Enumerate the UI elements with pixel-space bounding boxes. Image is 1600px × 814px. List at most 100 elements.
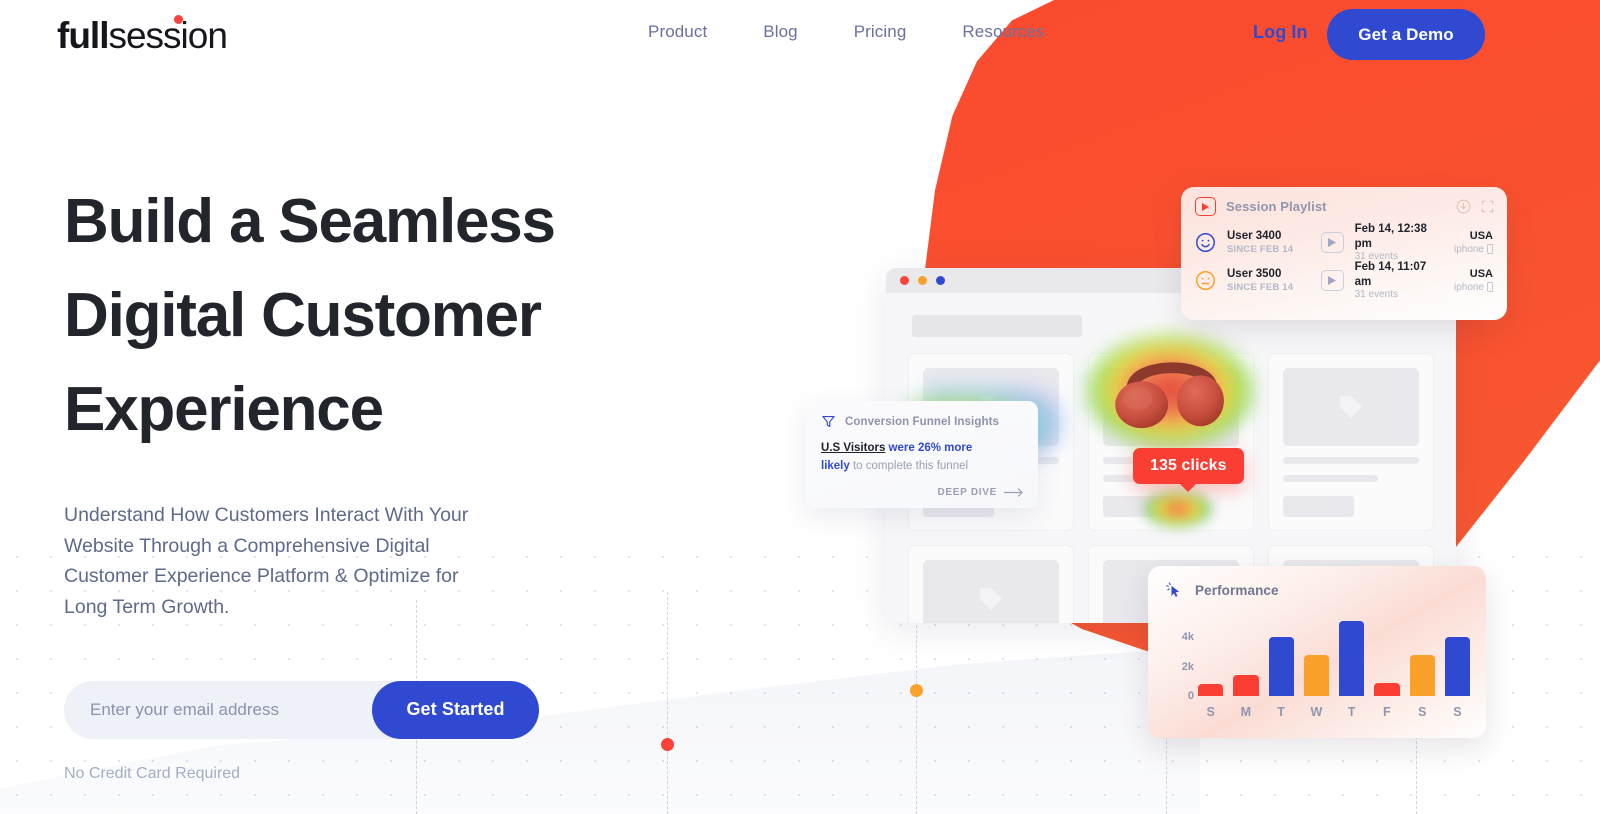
deep-dive-label: DEEP DIVE [937,487,997,498]
session-device: iphone [1454,244,1493,255]
chart-bar [1444,637,1470,696]
session-playlist-title: Session Playlist [1226,199,1327,214]
dashboard-header-placeholder [912,315,1082,337]
tag-icon [979,587,1003,611]
clicks-count-badge: 135 clicks [1133,448,1244,484]
get-a-demo-button[interactable]: Get a Demo [1327,9,1485,60]
headline-line-2: Digital Customer [64,281,542,351]
logo-red-dot-icon [174,15,183,24]
session-geo-info: USA iphone [1454,267,1493,293]
site-header: fullsession Product Blog Pricing Resourc… [0,0,1600,70]
chart-x-tick-label: T [1277,705,1285,719]
chart-y-axis: 4k 2k 0 [1164,614,1194,702]
funnel-card-title: Conversion Funnel Insights [845,415,1000,428]
chart-x-tick-label: T [1347,705,1356,719]
product-thumbnail [1283,368,1419,446]
deep-dive-link[interactable]: DEEP DIVE [938,487,1024,498]
funnel-blue-text-2: likely [821,459,850,472]
email-input[interactable] [90,680,390,739]
chart-bar [1339,621,1365,696]
funnel-filter-icon [822,415,835,428]
session-device-label: iphone [1453,281,1484,293]
happy-face-avatar-icon [1196,232,1215,252]
funnel-gray-text: to complete this funnel [849,459,969,472]
placeholder-line [1283,475,1379,482]
chart-x-tick-label: M [1240,705,1252,719]
no-credit-card-note: No Credit Card Required [64,764,241,782]
nav-item-product[interactable]: Product [648,22,707,42]
session-time-info: Feb 14, 12:38 pm 31 events [1355,222,1443,262]
session-playlist-card: Session Playlist User 3400 SINCE FEB 14 [1181,187,1507,320]
login-link[interactable]: Log In [1253,22,1308,43]
chart-x-tick-label: W [1310,705,1323,719]
traffic-light-blue-icon [936,276,945,285]
nav-item-pricing[interactable]: Pricing [854,22,907,42]
conversion-funnel-insights-card: Conversion Funnel Insights U.S Visitors … [806,401,1038,508]
session-user-since: SINCE FEB 14 [1227,281,1294,293]
traffic-light-yellow-icon [918,276,927,285]
session-user-info: User 3400 SINCE FEB 14 [1227,229,1310,254]
nav-item-resources[interactable]: Resources [962,22,1044,42]
session-playlist-actions [1456,199,1494,214]
session-country: USA [1469,230,1493,243]
tag-icon [1339,395,1363,419]
nav-item-blog[interactable]: Blog [763,22,797,42]
cursor-click-icon [1166,582,1179,597]
hero-content: Build a Seamless Digital Customer Experi… [64,175,704,783]
playlist-play-icon [1195,197,1216,216]
chart-bar [1303,655,1329,696]
play-triangle-icon [1328,275,1337,285]
performance-chart-title: Performance [1195,582,1279,598]
logo-text-full: full [57,15,109,56]
chart-x-tick-label: S [1453,705,1462,719]
session-row[interactable]: User 3500 SINCE FEB 14 Feb 14, 11:07 am … [1181,261,1507,300]
placeholder-line [1283,457,1419,464]
session-user-name: User 3500 [1227,268,1282,281]
funnel-card-body: U.S Visitors were 26% more likely to com… [821,440,1023,476]
main-navigation: Product Blog Pricing Resources [648,22,1045,42]
expand-icon[interactable] [1481,200,1494,213]
brand-logo[interactable]: fullsession [57,15,228,56]
session-device-label: iphone [1453,243,1484,255]
phone-icon [1487,282,1493,293]
phone-icon [1487,244,1493,255]
placeholder-block [1283,496,1354,517]
session-timestamp: Feb 14, 12:38 pm [1354,223,1427,250]
chart-y-tick-label: 2k [1181,661,1194,673]
placeholder-block [1103,496,1174,517]
session-play-button[interactable] [1320,231,1344,253]
arrow-right-icon [1004,488,1023,497]
chart-bar [1268,637,1294,696]
session-device: iphone [1454,282,1493,293]
neutral-face-avatar-icon [1196,270,1215,290]
logo-text-session: session [108,15,227,56]
chart-x-tick-label: S [1206,705,1215,719]
hero-subheading: Understand How Customers Interact With Y… [64,503,469,619]
session-play-button[interactable] [1320,269,1344,291]
chart-bar [1198,684,1224,696]
get-started-button[interactable]: Get Started [372,680,539,739]
signup-form: Get Started [64,680,539,739]
chart-bar [1409,655,1435,696]
performance-bar-chart: 4k 2k 0 S M T W T F S S [1164,614,1470,722]
headphones-product-image [1115,362,1224,429]
session-playlist-rows: User 3400 SINCE FEB 14 Feb 14, 12:38 pm … [1181,222,1507,300]
headline-line-1: Build a Seamless [64,187,556,256]
session-user-name: User 3400 [1227,230,1282,243]
session-event-count: 31 events [1354,288,1398,300]
product-card [1268,353,1434,531]
chart-y-tick-label: 0 [1187,690,1194,702]
session-playlist-header: Session Playlist [1181,187,1507,216]
download-circle-icon[interactable] [1456,199,1471,214]
session-row[interactable]: User 3400 SINCE FEB 14 Feb 14, 12:38 pm … [1181,222,1507,262]
session-user-since: SINCE FEB 14 [1227,243,1294,255]
data-point-marker-orange [910,684,923,697]
chart-x-axis: SMTWTFSS [1198,705,1470,719]
performance-chart-card: Performance 4k 2k 0 S M T W T F S S [1148,566,1486,738]
session-timestamp: Feb 14, 11:07 am [1354,261,1427,288]
session-country: USA [1469,268,1493,281]
product-card [908,545,1074,623]
funnel-highlight-text: U.S Visitors [821,442,886,454]
chart-x-tick-label: F [1383,705,1391,719]
chart-bar [1233,675,1259,696]
